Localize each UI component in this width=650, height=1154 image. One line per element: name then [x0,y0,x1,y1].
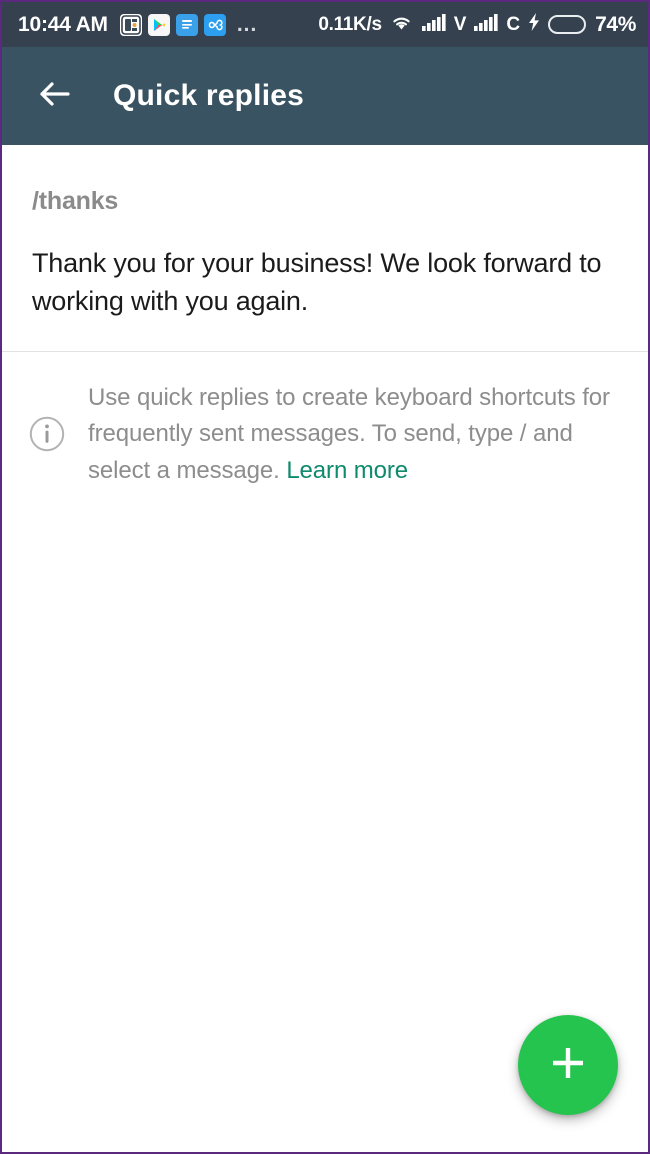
status-bar-system-icons: 0.11K/s V C 74% [318,12,636,37]
status-bar: 10:44 AM ... 0.11K/s V C 74% [2,2,648,47]
learn-more-link[interactable]: Learn more [286,457,408,484]
info-text-block: Use quick replies to create keyboard sho… [88,380,618,489]
info-footer: Use quick replies to create keyboard sho… [2,352,648,517]
quick-reply-shortcut: /thanks [32,187,119,215]
sim1-label: V [453,13,467,35]
battery-icon [548,15,587,34]
app-icon-document [175,13,198,36]
lightning-bolt-icon [527,12,541,37]
quick-reply-list-item[interactable]: /thanks Thank you for your business! We … [2,145,648,351]
add-quick-reply-fab[interactable] [518,1015,618,1115]
app-icon-white-square [119,13,142,36]
status-bar-notification-icons: ... [119,12,258,36]
status-bar-clock: 10:44 AM [18,12,108,36]
back-arrow-icon [33,73,75,120]
app-bar: Quick replies [2,47,648,145]
page-title: Quick replies [113,79,305,112]
plus-icon [545,1040,591,1091]
phone-screen: 10:44 AM ... 0.11K/s V C 74% Quick repli… [0,0,650,1154]
network-speed-label: 0.11K/s [318,13,382,35]
signal-bars-icon-sim1 [421,12,447,37]
back-button[interactable] [30,72,78,120]
battery-percent-label: 74% [595,12,636,36]
sim2-label: C [506,13,521,35]
wifi-icon [389,12,414,37]
quick-reply-message: Thank you for your business! We look for… [32,248,602,317]
app-icon-infinity [203,13,226,36]
signal-bars-icon-sim2 [473,12,499,37]
app-icon-play-store [147,13,170,36]
content-area: /thanks Thank you for your business! We … [2,145,648,1152]
info-circle-icon [28,415,66,453]
status-bar-overflow-dots: ... [236,12,258,36]
